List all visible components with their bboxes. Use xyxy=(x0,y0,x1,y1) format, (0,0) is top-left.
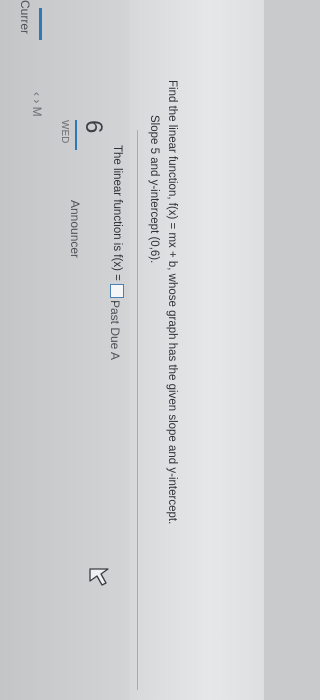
divider xyxy=(137,130,138,690)
answer-row: The linear function is f(x) = . xyxy=(110,145,124,304)
answer-input[interactable] xyxy=(110,283,124,298)
question-given: Slope 5 and y-intercept (0,6). xyxy=(148,115,160,264)
screen: Currer ‹ › M WED 6 Announcer Past Due A … xyxy=(0,0,264,700)
arrow-cursor-icon xyxy=(89,568,109,586)
answer-suffix: . xyxy=(111,300,123,305)
answer-prefix: The linear function is f(x) = xyxy=(111,145,123,281)
question-prompt: Find the linear function, f(x) = mx + b,… xyxy=(166,80,178,525)
question-content: Find the linear function, f(x) = mx + b,… xyxy=(0,0,264,700)
